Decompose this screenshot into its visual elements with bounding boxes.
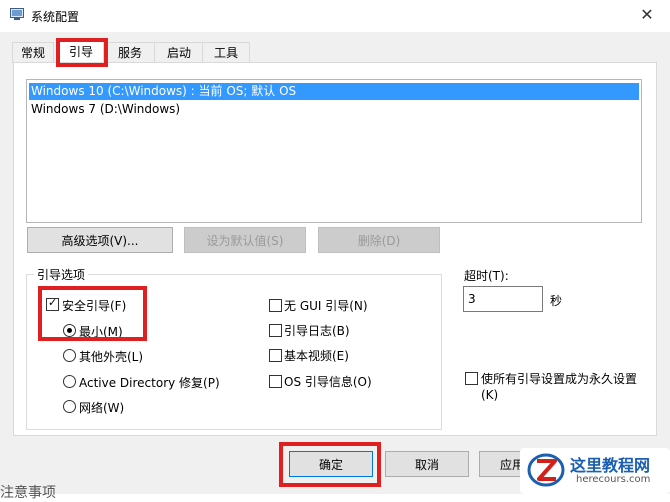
tab-boot[interactable]: 引导: [58, 40, 104, 64]
boot-log-checkbox[interactable]: [269, 324, 282, 337]
os-boot-info-label: OS 引导信息(O): [284, 375, 372, 389]
tab-general[interactable]: 常规: [12, 42, 54, 63]
safe-boot-checkbox[interactable]: ✓: [46, 296, 59, 311]
watermark-url: herecours.com: [576, 474, 651, 485]
radio-minimal-label: 最小(M): [79, 325, 123, 339]
set-default-button[interactable]: 设为默认值(S): [184, 227, 306, 253]
window-title: 系统配置: [31, 10, 80, 24]
radio-network[interactable]: [63, 400, 76, 413]
radio-network-label: 网络(W): [79, 401, 125, 415]
permanent-settings-label: 使所有引导设置成为永久设置: [481, 372, 638, 386]
timeout-label: 超时(T):: [464, 269, 509, 283]
watermark-name: 这里教程网: [570, 456, 651, 475]
os-list-item[interactable]: Windows 10 (C:\Windows) : 当前 OS; 默认 OS: [29, 83, 639, 100]
tab-services[interactable]: 服务: [104, 42, 156, 63]
checkmark-icon: ✓: [48, 296, 58, 309]
ok-button[interactable]: 确定: [289, 451, 373, 477]
os-boot-info-checkbox[interactable]: [269, 375, 282, 388]
base-video-checkbox[interactable]: [269, 349, 282, 362]
title-bar: [0, 0, 670, 32]
safe-boot-label: 安全引导(F): [62, 299, 127, 313]
delete-button[interactable]: 删除(D): [318, 227, 440, 253]
base-video-label: 基本视频(E): [284, 349, 349, 363]
close-icon[interactable]: ✕: [636, 4, 658, 26]
radio-alternate-shell[interactable]: [63, 349, 76, 362]
boot-options-title: 引导选项: [34, 266, 89, 283]
boot-log-label: 引导日志(B): [284, 324, 350, 338]
advanced-options-button[interactable]: 高级选项(V)...: [27, 227, 173, 253]
watermark-logo-icon: [527, 453, 565, 487]
permanent-settings-label-line2: (K): [481, 388, 499, 402]
cancel-button[interactable]: 取消: [385, 451, 469, 477]
system-config-app-icon: [10, 8, 24, 20]
os-list[interactable]: Windows 10 (C:\Windows) : 当前 OS; 默认 OS W…: [26, 79, 642, 223]
timeout-unit: 秒: [550, 294, 563, 308]
radio-minimal[interactable]: [63, 324, 76, 337]
radio-ad-repair[interactable]: [63, 375, 76, 388]
tab-startup[interactable]: 启动: [154, 42, 204, 63]
timeout-input[interactable]: 3: [463, 286, 543, 312]
radio-alternate-shell-label: 其他外壳(L): [79, 350, 144, 364]
no-gui-boot-label: 无 GUI 引导(N): [284, 299, 368, 313]
permanent-settings-checkbox[interactable]: [465, 372, 478, 385]
tab-tools[interactable]: 工具: [202, 42, 250, 63]
page-text-fragment: 注意事项: [0, 485, 56, 501]
os-list-item[interactable]: Windows 7 (D:\Windows): [29, 101, 639, 118]
radio-ad-repair-label: Active Directory 修复(P): [79, 376, 220, 390]
no-gui-boot-checkbox[interactable]: [269, 299, 282, 312]
radio-dot-icon: [67, 328, 72, 333]
